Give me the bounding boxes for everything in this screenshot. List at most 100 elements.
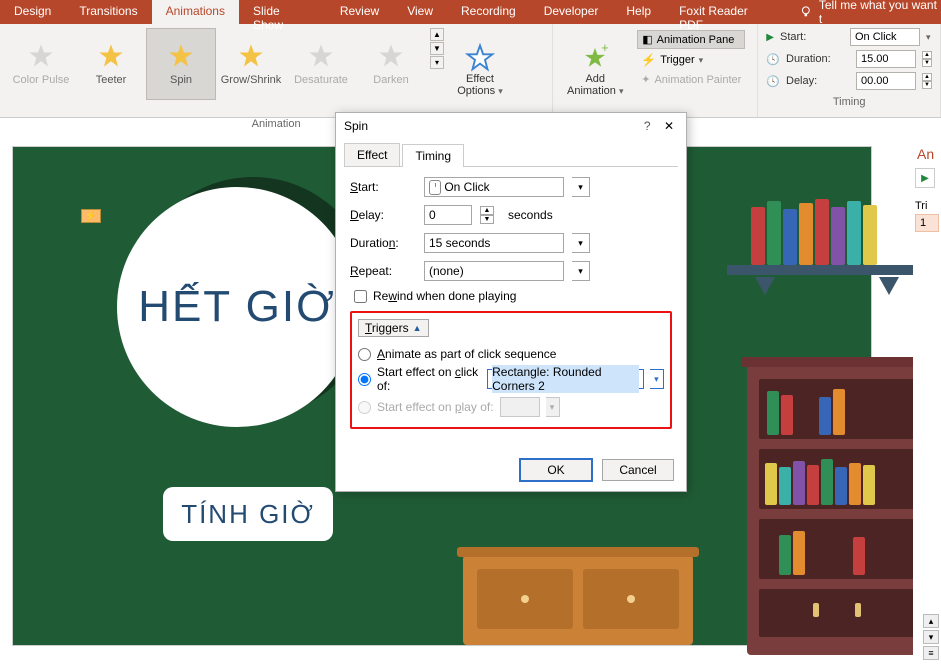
slide-nav-menu-button[interactable]: ≡ bbox=[923, 646, 939, 660]
radio-play-of bbox=[358, 401, 371, 414]
trigger-button[interactable]: ⚡ Trigger ▾ bbox=[637, 51, 745, 69]
dlg-start-dropdown[interactable]: On Click bbox=[424, 177, 564, 197]
slide-nav-arrows: ▴ ▾ ≡ bbox=[923, 614, 939, 660]
animation-pane-label: Animation Pane bbox=[657, 34, 735, 46]
dlg-repeat-label: Repeat: bbox=[350, 264, 416, 278]
triggers-section: Triggers ▲ Animate as part of click sequ… bbox=[350, 311, 672, 429]
spin-dialog: Spin ? ✕ Effect Timing Start: On Click ▾… bbox=[335, 112, 687, 492]
tab-foxit[interactable]: Foxit Reader PDF bbox=[665, 0, 787, 24]
start-dropdown[interactable]: On Click bbox=[850, 28, 920, 46]
trigger-object-select-btn[interactable]: ▾ bbox=[650, 369, 664, 389]
tab-transitions[interactable]: Transitions bbox=[65, 0, 151, 24]
dlg-duration-dropdown[interactable]: 15 seconds bbox=[424, 233, 564, 253]
effect-options-button[interactable]: EffectOptions ▾ bbox=[444, 28, 516, 112]
tab-slideshow[interactable]: Slide Show bbox=[239, 0, 326, 24]
cancel-button[interactable]: Cancel bbox=[602, 459, 674, 481]
chevron-down-icon: ▾ bbox=[699, 55, 704, 66]
delay-spinner[interactable]: ▲▼ bbox=[922, 73, 932, 89]
ok-button[interactable]: OK bbox=[520, 459, 592, 481]
radio-click-of-label: Start effect on click of: bbox=[377, 365, 481, 393]
slide-prev-button[interactable]: ▴ bbox=[923, 614, 939, 628]
animation-painter-button[interactable]: ✦ Animation Painter bbox=[637, 71, 745, 88]
gallery-up-button[interactable]: ▲ bbox=[430, 28, 444, 41]
animation-badge[interactable]: ⚡ bbox=[81, 209, 101, 223]
anim-spin[interactable]: Spin bbox=[146, 28, 216, 100]
animation-item[interactable]: 1 bbox=[915, 214, 939, 232]
painter-icon: ✦ bbox=[641, 73, 650, 86]
decor-shelf bbox=[727, 167, 927, 287]
star-icon bbox=[465, 43, 495, 73]
timer-circle[interactable]: HẾT GIỜ bbox=[117, 187, 357, 427]
tell-me-label: Tell me what you want t bbox=[819, 0, 941, 26]
star-icon bbox=[377, 42, 405, 70]
clock-icon: 🕓 bbox=[766, 75, 780, 88]
dlg-delay-spinner[interactable]: ▲▼ bbox=[480, 206, 494, 224]
dlg-repeat-dropdown[interactable]: (none) bbox=[424, 261, 564, 281]
delay-field[interactable]: 00.00 bbox=[856, 72, 916, 90]
slide-next-button[interactable]: ▾ bbox=[923, 630, 939, 644]
rewind-checkbox[interactable] bbox=[354, 290, 367, 303]
start-label: Start: bbox=[780, 31, 844, 43]
gallery-scroll: ▲ ▼ ▾ bbox=[430, 28, 444, 69]
tell-me-search[interactable]: Tell me what you want t bbox=[799, 0, 941, 24]
tab-recording[interactable]: Recording bbox=[447, 0, 530, 24]
trigger-object-value: Rectangle: Rounded Corners 2 bbox=[492, 365, 639, 393]
star-icon bbox=[307, 42, 335, 70]
duration-field[interactable]: 15.00 bbox=[856, 50, 916, 68]
anim-darken[interactable]: Darken bbox=[356, 28, 426, 100]
delay-value: 00.00 bbox=[861, 75, 889, 87]
dlg-delay-unit: seconds bbox=[508, 208, 553, 222]
trigger-object-select[interactable]: Rectangle: Rounded Corners 2 bbox=[487, 369, 644, 389]
animation-pane-fragment: An ▶ Tri 1 bbox=[913, 142, 941, 662]
gallery-more-button[interactable]: ▾ bbox=[430, 56, 444, 69]
chevron-down-icon[interactable]: ▾ bbox=[926, 32, 931, 43]
animation-pane-button[interactable]: ◧ Animation Pane bbox=[637, 30, 745, 49]
clock-icon: 🕓 bbox=[766, 53, 780, 66]
dlg-duration-value: 15 seconds bbox=[429, 236, 490, 250]
dialog-help-button[interactable]: ? bbox=[638, 119, 657, 133]
anim-label: Color Pulse bbox=[13, 74, 70, 86]
anim-label: Teeter bbox=[96, 74, 127, 86]
anim-teeter[interactable]: Teeter bbox=[76, 28, 146, 100]
tinh-gio-button[interactable]: TÍNH GIỜ bbox=[163, 487, 333, 541]
dlg-repeat-dropdown-btn[interactable]: ▾ bbox=[572, 261, 590, 281]
dialog-title: Spin bbox=[344, 119, 368, 133]
tab-timing[interactable]: Timing bbox=[402, 144, 464, 167]
triggers-toggle-button[interactable]: Triggers ▲ bbox=[358, 319, 429, 337]
collapse-up-icon: ▲ bbox=[413, 323, 422, 333]
radio-play-of-label: Start effect on play of: bbox=[377, 400, 494, 414]
anim-label: Grow/Shrink bbox=[221, 74, 282, 86]
star-icon bbox=[237, 42, 265, 70]
animation-pane-title: An bbox=[913, 142, 941, 168]
tab-developer[interactable]: Developer bbox=[530, 0, 613, 24]
tab-help[interactable]: Help bbox=[612, 0, 665, 24]
add-animation-button[interactable]: + AddAnimation ▾ bbox=[559, 28, 631, 112]
star-icon bbox=[167, 42, 195, 70]
tab-view[interactable]: View bbox=[393, 0, 447, 24]
pane-icon: ◧ bbox=[642, 33, 652, 46]
trigger-label: Trigger bbox=[660, 54, 694, 66]
dlg-start-value: On Click bbox=[444, 180, 489, 194]
play-from-button[interactable]: ▶ bbox=[915, 168, 935, 188]
dlg-start-dropdown-btn[interactable]: ▾ bbox=[572, 177, 590, 197]
star-plus-icon: + bbox=[580, 43, 610, 73]
tab-review[interactable]: Review bbox=[326, 0, 393, 24]
bolt-icon: ⚡ bbox=[641, 53, 656, 67]
gallery-down-button[interactable]: ▼ bbox=[430, 42, 444, 55]
tab-animations[interactable]: Animations bbox=[152, 0, 239, 24]
decor-bookcase bbox=[747, 365, 927, 655]
start-value: On Click bbox=[855, 31, 897, 43]
duration-spinner[interactable]: ▲▼ bbox=[922, 51, 932, 67]
anim-grow-shrink[interactable]: Grow/Shrink bbox=[216, 28, 286, 100]
rewind-label: Rewind when done playing bbox=[373, 289, 516, 303]
dlg-duration-dropdown-btn[interactable]: ▾ bbox=[572, 233, 590, 253]
dlg-delay-field[interactable]: 0 bbox=[424, 205, 472, 225]
dlg-delay-value: 0 bbox=[429, 208, 436, 222]
dialog-close-button[interactable]: ✕ bbox=[660, 119, 678, 133]
radio-click-of[interactable] bbox=[358, 373, 371, 386]
tab-effect[interactable]: Effect bbox=[344, 143, 400, 166]
anim-desaturate[interactable]: Desaturate bbox=[286, 28, 356, 100]
radio-click-sequence[interactable] bbox=[358, 348, 371, 361]
tab-design[interactable]: Design bbox=[0, 0, 65, 24]
anim-color-pulse[interactable]: Color Pulse bbox=[6, 28, 76, 100]
